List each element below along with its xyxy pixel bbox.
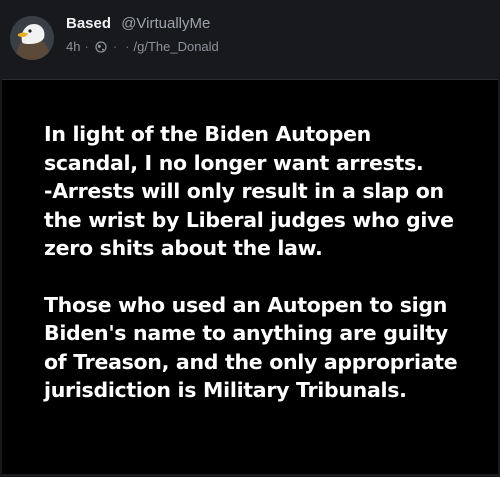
author-name[interactable]: Based [66, 15, 111, 32]
text-line: In light of the Biden Autopen [44, 122, 371, 146]
post: Based @VirtuallyMe 4h · · · /g/The_Donal… [0, 0, 500, 477]
globe-icon [95, 40, 107, 53]
text-line: Those who used an Autopen to sign [44, 292, 448, 317]
author-line: Based @VirtuallyMe [66, 15, 210, 32]
separator-dot: · [84, 39, 89, 54]
author-handle[interactable]: @VirtuallyMe [121, 15, 210, 32]
text-line: zero shits about the law. [44, 236, 323, 260]
text-line: the wrist by Liberal judges who give [44, 207, 454, 232]
post-header: Based @VirtuallyMe 4h · · · /g/The_Donal… [0, 0, 500, 72]
text-line: Biden's name to anything are guilty [44, 321, 448, 345]
separator-dot: · [125, 39, 130, 54]
text-line: -Arrests will only result in a slap on [44, 179, 444, 203]
avatar[interactable] [10, 16, 54, 60]
paragraph-1: In light of the Biden Autopen scandal, I… [44, 120, 484, 263]
text-line: jurisdiction is Military Tribunals. [44, 378, 407, 402]
text-line: of Treason, and the only appropriate [44, 349, 458, 374]
post-image-card[interactable]: In light of the Biden Autopen scandal, I… [2, 79, 498, 474]
post-time[interactable]: 4h [66, 39, 80, 54]
post-image-text: In light of the Biden Autopen scandal, I… [44, 120, 484, 405]
separator-dot: · [112, 39, 118, 54]
text-line: scandal, I no longer want arrests. [44, 150, 424, 175]
community-link[interactable]: /g/The_Donald [134, 39, 219, 54]
paragraph-2: Those who used an Autopen to sign Biden'… [44, 291, 484, 405]
eagle-avatar-icon [10, 16, 54, 60]
post-meta: 4h · · · /g/The_Donald [66, 39, 219, 54]
